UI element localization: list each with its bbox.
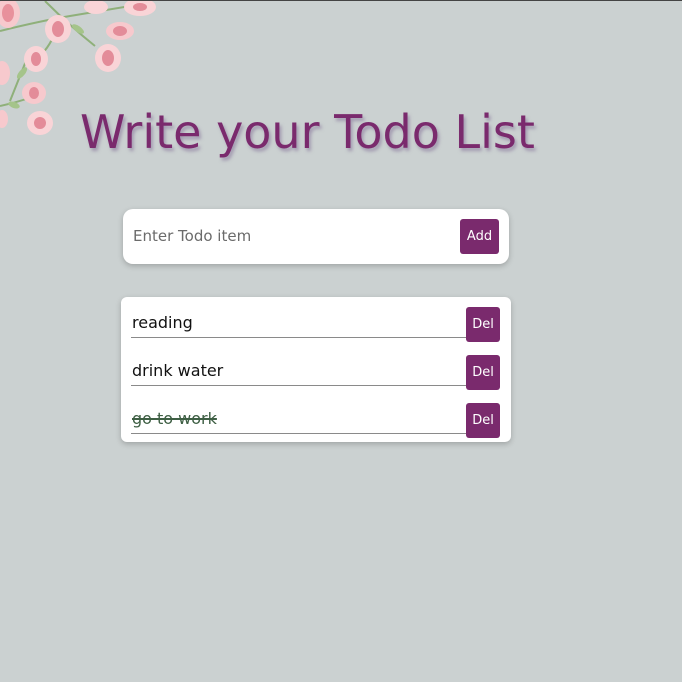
todo-item-divider (131, 337, 467, 338)
delete-button[interactable]: Del (466, 403, 500, 438)
todo-item-divider (131, 385, 467, 386)
todo-input-form: Add (123, 209, 509, 264)
todo-item-text[interactable]: drink water (132, 361, 223, 380)
delete-button[interactable]: Del (466, 307, 500, 342)
todo-item-divider (131, 433, 467, 434)
todo-input[interactable] (133, 222, 443, 250)
page-title: Write your Todo List (80, 105, 535, 159)
todo-item-drink-water: drink water Del (131, 350, 500, 390)
todo-item-reading: reading Del (131, 302, 500, 342)
todo-item-text[interactable]: go to work (132, 409, 217, 428)
todo-item-text[interactable]: reading (132, 313, 193, 332)
todo-list: reading Del drink water Del go to work D… (121, 297, 511, 442)
todo-item-go-to-work: go to work Del (131, 398, 500, 438)
add-button[interactable]: Add (460, 219, 499, 254)
delete-button[interactable]: Del (466, 355, 500, 390)
